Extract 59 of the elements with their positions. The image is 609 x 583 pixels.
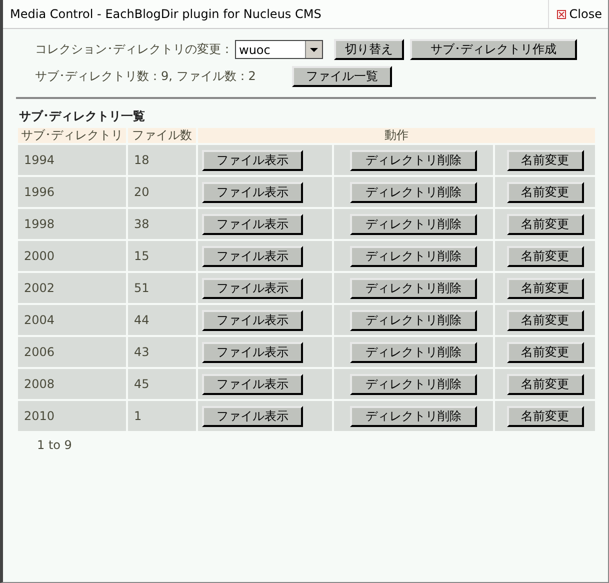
table-cell: 45 <box>128 369 196 399</box>
switch-button[interactable]: 切り替え <box>334 39 404 60</box>
view-files-button[interactable]: ファイル表示 <box>202 246 303 266</box>
table-cell: 43 <box>128 337 196 367</box>
view-files-button[interactable]: ファイル表示 <box>202 278 303 298</box>
column-header: ファイル数 <box>128 128 196 143</box>
collection-dropdown[interactable]: wuoc <box>235 40 323 59</box>
table-cell: 1998 <box>18 209 126 239</box>
table-cell: 2006 <box>18 337 126 367</box>
file-list-button[interactable]: ファイル一覧 <box>292 66 392 87</box>
column-header: 動作 <box>198 128 595 143</box>
rename-button[interactable]: 名前変更 <box>506 278 584 298</box>
delete-directory-button[interactable]: ディレクトリ削除 <box>350 406 477 426</box>
view-files-button[interactable]: ファイル表示 <box>202 182 303 202</box>
table-cell: 20 <box>128 177 196 207</box>
column-header: サブ･ディレクトリ <box>18 128 126 143</box>
view-files-button[interactable]: ファイル表示 <box>202 342 303 362</box>
rename-button[interactable]: 名前変更 <box>506 150 584 170</box>
rename-button[interactable]: 名前変更 <box>506 310 584 330</box>
table-cell: 1996 <box>18 177 126 207</box>
table-cell: 15 <box>128 241 196 271</box>
delete-directory-button[interactable]: ディレクトリ削除 <box>350 342 477 362</box>
window-title: Media Control - EachBlogDir plugin for Nucleus CMS <box>9 7 322 21</box>
rename-button[interactable]: 名前変更 <box>506 374 584 394</box>
close-button[interactable]: Close <box>548 0 608 28</box>
table-cell: 2000 <box>18 241 126 271</box>
view-files-button[interactable]: ファイル表示 <box>202 150 303 170</box>
counts-text: サブ･ディレクトリ数：9, ファイル数：2 <box>35 68 256 85</box>
view-files-button[interactable]: ファイル表示 <box>202 374 303 394</box>
table-cell: 2008 <box>18 369 126 399</box>
rename-button[interactable]: 名前変更 <box>506 246 584 266</box>
rename-button[interactable]: 名前変更 <box>506 406 584 426</box>
delete-directory-button[interactable]: ディレクトリ削除 <box>350 310 477 330</box>
delete-directory-button[interactable]: ディレクトリ削除 <box>350 214 477 234</box>
delete-directory-button[interactable]: ディレクトリ削除 <box>350 182 477 202</box>
table-cell: 51 <box>128 273 196 303</box>
view-files-button[interactable]: ファイル表示 <box>202 406 303 426</box>
close-icon <box>557 10 566 18</box>
table-cell: 1994 <box>18 145 126 175</box>
rename-button[interactable]: 名前変更 <box>506 342 584 362</box>
table-cell: 44 <box>128 305 196 335</box>
rename-button[interactable]: 名前変更 <box>506 214 584 234</box>
table-cell: 2010 <box>18 401 126 431</box>
section-heading: サブ･ディレクトリ一覧 <box>19 108 146 125</box>
pagination-text: 1 to 9 <box>37 438 73 452</box>
view-files-button[interactable]: ファイル表示 <box>202 310 303 330</box>
delete-directory-button[interactable]: ディレクトリ削除 <box>350 150 477 170</box>
table-cell: 38 <box>128 209 196 239</box>
delete-directory-button[interactable]: ディレクトリ削除 <box>350 246 477 266</box>
table-cell: 18 <box>128 145 196 175</box>
delete-directory-button[interactable]: ディレクトリ削除 <box>350 374 477 394</box>
delete-directory-button[interactable]: ディレクトリ削除 <box>350 278 477 298</box>
rename-button[interactable]: 名前変更 <box>506 182 584 202</box>
table-cell: 1 <box>128 401 196 431</box>
create-subdirectory-button[interactable]: サブ･ディレクトリ作成 <box>410 39 577 60</box>
table-cell: 2002 <box>18 273 126 303</box>
view-files-button[interactable]: ファイル表示 <box>202 214 303 234</box>
table-cell: 2004 <box>18 305 126 335</box>
collection-label: コレクション･ディレクトリの変更： <box>35 41 233 58</box>
